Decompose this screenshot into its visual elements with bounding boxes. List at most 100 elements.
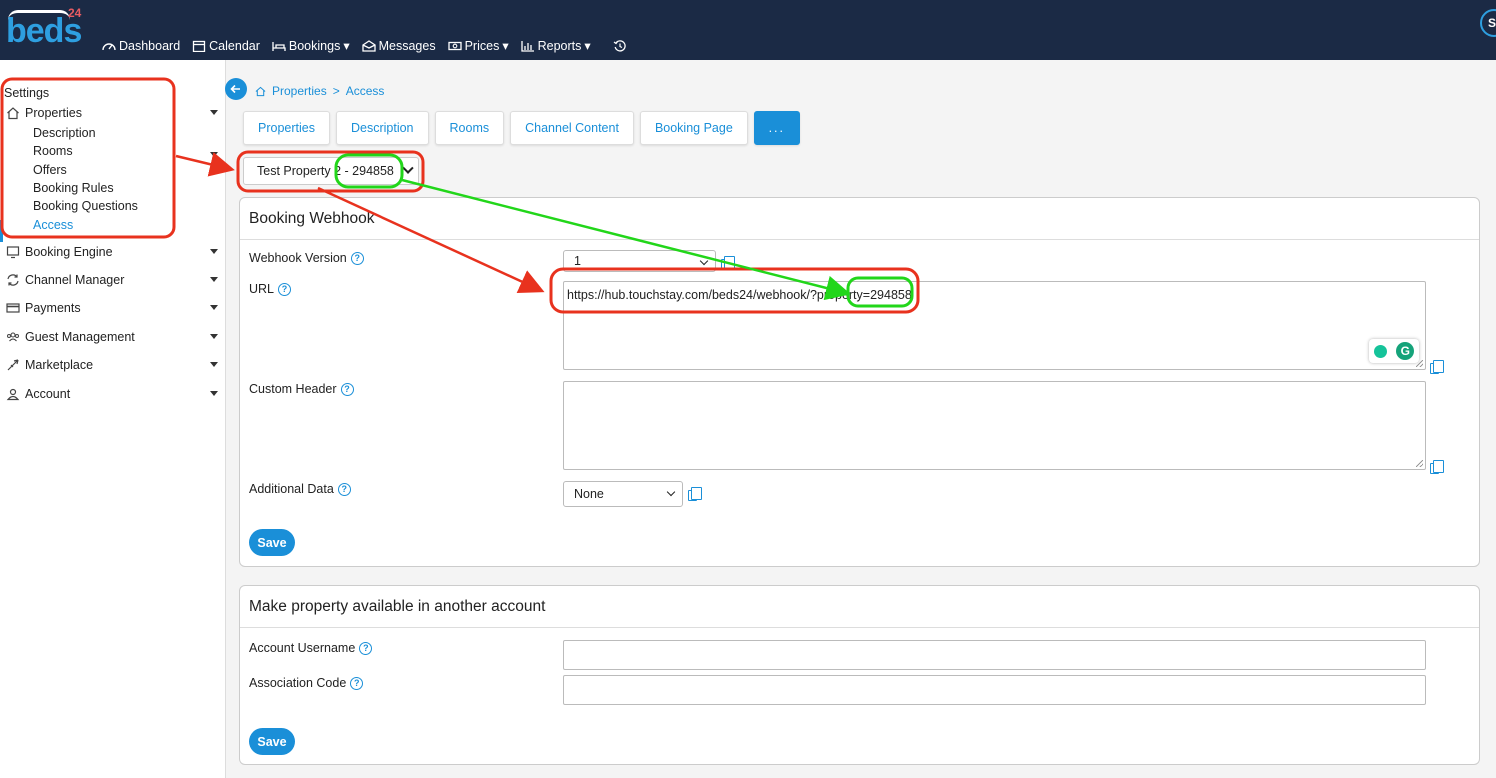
copy-icon[interactable] [721, 256, 735, 270]
bed-icon [272, 41, 286, 51]
nav-messages-label: Messages [378, 38, 436, 53]
sidebar-subitem-description[interactable]: Description [33, 126, 96, 140]
active-indicator [0, 220, 3, 242]
sidebar-item-guest-management[interactable]: Guest Management [6, 328, 220, 346]
help-icon[interactable]: ? [340, 382, 354, 396]
sidebar-item-booking-engine[interactable]: Booking Engine [6, 243, 220, 261]
caret-down-icon [210, 152, 218, 157]
caret-down-icon [210, 110, 218, 115]
history-icon [613, 39, 626, 52]
calendar-icon [193, 40, 206, 52]
chevron-down-icon: ▾ [343, 39, 350, 53]
url-label: URL ? [249, 282, 292, 296]
sidebar-item-channel-manager[interactable]: Channel Manager [6, 271, 220, 289]
account-username-label: Account Username ? [249, 641, 373, 655]
property-select-value: Test Property 2 - 294858 [257, 164, 394, 178]
sidebar-item-label: Payments [25, 301, 81, 315]
resize-handle[interactable] [1416, 360, 1423, 367]
resize-handle[interactable] [1416, 460, 1423, 467]
sidebar-item-payments[interactable]: Payments [6, 299, 220, 317]
nav-reports[interactable]: Reports ▾ [520, 38, 591, 53]
select-value: 1 [574, 254, 581, 268]
additional-data-select[interactable]: None [563, 481, 683, 507]
sidebar-item-label: Guest Management [25, 330, 135, 344]
sidebar-item-properties[interactable]: Properties [6, 104, 220, 122]
user-avatar[interactable]: S [1480, 9, 1496, 37]
sidebar-item-label: Properties [25, 106, 82, 120]
tab-properties[interactable]: Properties [243, 111, 330, 145]
tab-booking-page[interactable]: Booking Page [639, 111, 748, 145]
bar-chart-icon [520, 40, 534, 52]
sidebar-item-label: Marketplace [25, 358, 94, 372]
help-icon[interactable]: ? [350, 676, 364, 690]
caret-down-icon [210, 334, 218, 339]
tab-more[interactable]: ... [753, 111, 800, 145]
sidebar-subitem-booking-questions[interactable]: Booking Questions [33, 199, 138, 213]
nav-prices[interactable]: Prices ▾ [447, 38, 509, 53]
nav-messages[interactable]: Messages [361, 38, 436, 53]
nav-history[interactable] [613, 38, 627, 53]
home-icon [255, 86, 266, 96]
nav-dashboard[interactable]: Dashboard [102, 38, 180, 53]
breadcrumb-access[interactable]: Access [346, 84, 385, 98]
rocket-icon [7, 359, 19, 371]
webhook-version-label: Webhook Version ? [249, 251, 364, 265]
breadcrumb-separator: > [332, 84, 340, 98]
chevron-down-icon [699, 256, 709, 266]
tab-description[interactable]: Description [335, 111, 429, 145]
breadcrumb: Properties > Access [255, 84, 384, 98]
nav-calendar[interactable]: Calendar [192, 38, 260, 53]
url-value: https://hub.touchstay.com/beds24/webhook… [567, 288, 912, 302]
additional-data-label: Additional Data ? [249, 482, 351, 496]
custom-header-textarea[interactable] [563, 381, 1426, 470]
monitor-icon [6, 246, 20, 259]
sidebar-item-marketplace[interactable]: Marketplace [6, 356, 220, 374]
property-tabs: Properties Description Rooms Channel Con… [243, 111, 800, 145]
help-icon[interactable]: ? [350, 251, 364, 265]
chevron-down-icon [666, 487, 676, 497]
copy-icon[interactable] [1430, 460, 1444, 474]
collapse-sidebar-button[interactable] [225, 78, 247, 100]
main-nav: Dashboard Calendar Bookings ▾ Messages P… [102, 38, 627, 53]
sidebar-settings-heading: Settings [4, 86, 50, 100]
copy-icon[interactable] [1430, 360, 1444, 374]
breadcrumb-properties[interactable]: Properties [272, 84, 327, 98]
copy-icon[interactable] [688, 487, 702, 501]
sidebar-item-label: Channel Manager [25, 273, 125, 287]
sidebar-item-account[interactable]: Account [6, 385, 220, 403]
field-label-text: Webhook Version [249, 251, 347, 265]
beds24-logo[interactable]: beds 24 [6, 6, 86, 48]
save-association-button[interactable]: Save [249, 728, 295, 755]
help-icon[interactable]: ? [278, 282, 292, 296]
association-code-input[interactable] [563, 675, 1426, 705]
sidebar-item-label: Booking Engine [25, 245, 113, 259]
nav-dashboard-label: Dashboard [119, 38, 181, 53]
association-card: Make property available in another accou… [239, 585, 1480, 765]
users-icon [7, 332, 19, 342]
help-icon[interactable]: ? [359, 641, 373, 655]
tab-channel-content[interactable]: Channel Content [510, 111, 634, 145]
caret-down-icon [210, 249, 218, 254]
home-icon [7, 107, 19, 120]
association-code-label: Association Code ? [249, 676, 364, 690]
caret-down-icon [210, 391, 218, 396]
grammarly-widget[interactable]: G [1369, 339, 1419, 363]
sidebar-subitem-rooms[interactable]: Rooms [33, 144, 73, 158]
lightbulb-icon [1373, 344, 1387, 358]
help-icon[interactable]: ? [337, 482, 351, 496]
money-icon [447, 41, 462, 50]
sidebar-subitem-access[interactable]: Access [33, 218, 73, 232]
url-textarea[interactable]: https://hub.touchstay.com/beds24/webhook… [563, 281, 1426, 370]
sync-icon [7, 274, 19, 286]
field-label-text: Additional Data [249, 482, 334, 496]
property-select[interactable]: Test Property 2 - 294858 [243, 157, 419, 185]
webhook-version-select[interactable]: 1 [563, 250, 716, 272]
nav-calendar-label: Calendar [209, 38, 260, 53]
nav-bookings[interactable]: Bookings ▾ [272, 38, 350, 53]
sidebar-subitem-offers[interactable]: Offers [33, 163, 67, 177]
messages-icon [361, 39, 376, 52]
account-username-input[interactable] [563, 640, 1426, 670]
sidebar-subitem-booking-rules[interactable]: Booking Rules [33, 181, 114, 195]
save-webhook-button[interactable]: Save [249, 529, 295, 556]
tab-rooms[interactable]: Rooms [434, 111, 505, 145]
